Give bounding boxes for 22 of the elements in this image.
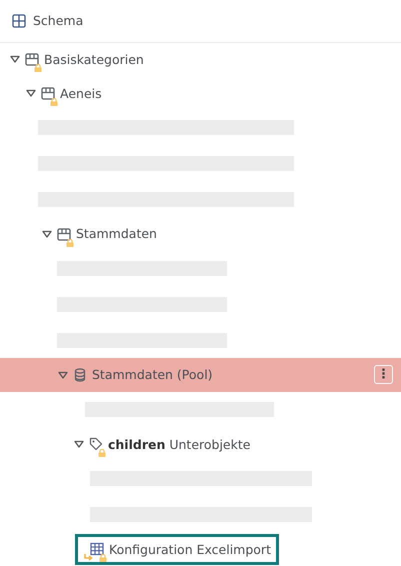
expand-triangle-icon[interactable] bbox=[74, 440, 84, 448]
expand-triangle-icon[interactable] bbox=[26, 89, 36, 98]
tag-icon bbox=[89, 437, 103, 452]
tree-item-label[interactable]: Aeneis bbox=[60, 86, 102, 101]
grid-icon bbox=[12, 14, 26, 28]
tree-item-label[interactable]: Basiskategorien bbox=[44, 52, 144, 67]
tree-item-label[interactable]: Stammdaten bbox=[76, 226, 157, 242]
table-icon bbox=[90, 542, 104, 556]
expand-triangle-icon[interactable] bbox=[42, 230, 52, 238]
database-icon bbox=[73, 368, 87, 382]
expand-triangle-icon[interactable] bbox=[58, 370, 68, 379]
expand-triangle-icon[interactable] bbox=[10, 55, 20, 64]
panel-title: Schema bbox=[33, 13, 84, 28]
more-options-button[interactable]: ⋮ bbox=[374, 365, 393, 384]
tree-item[interactable]: Konfiguration Excelimport bbox=[75, 534, 279, 565]
box-icon bbox=[41, 86, 55, 100]
tree-item-label[interactable]: children Unterobjekte bbox=[108, 436, 250, 452]
tree-row[interactable]: Stammdaten (Pool) ⋮ bbox=[0, 358, 401, 392]
box-icon bbox=[57, 226, 71, 241]
box-icon bbox=[25, 52, 39, 66]
tree-item-label[interactable]: Konfiguration Excelimport bbox=[109, 542, 271, 557]
tree-item-label[interactable]: Stammdaten (Pool) bbox=[92, 367, 213, 382]
